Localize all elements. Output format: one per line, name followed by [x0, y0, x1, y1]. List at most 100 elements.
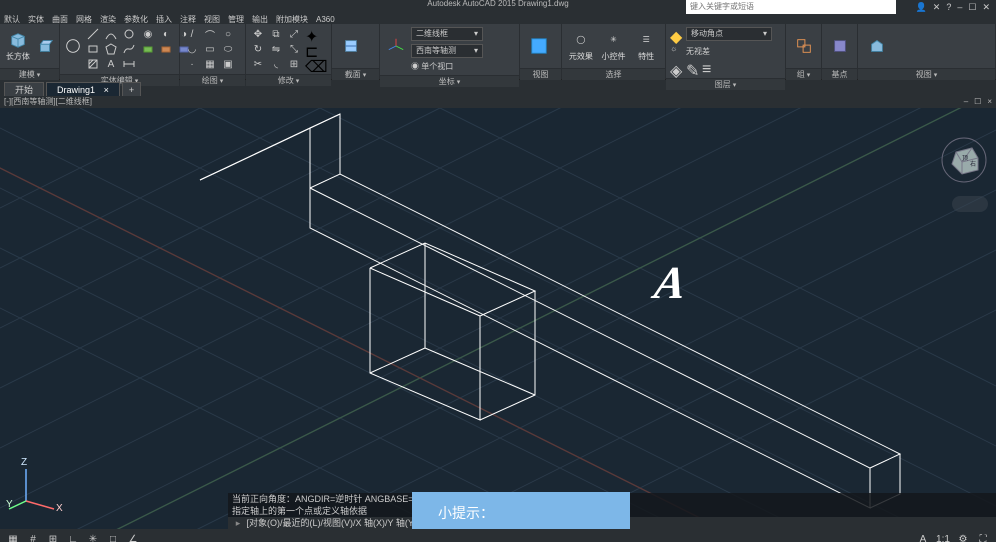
solid-edit-big[interactable]: [64, 27, 82, 65]
osnap-icon[interactable]: □: [106, 532, 120, 542]
icon-spline[interactable]: [121, 42, 137, 56]
move-icon[interactable]: ✥: [250, 27, 266, 41]
view-combo[interactable]: 西南等轴测▾: [411, 44, 483, 58]
section-button[interactable]: [336, 27, 366, 65]
draw-arc-icon[interactable]: ◡: [184, 42, 200, 56]
layer-i1[interactable]: ◈: [670, 61, 684, 75]
polar-icon[interactable]: ✳: [86, 532, 100, 542]
search-input[interactable]: 键入关键字或短语: [686, 0, 896, 14]
icon-line[interactable]: [85, 27, 101, 41]
exchange-icon[interactable]: ✕: [933, 2, 941, 13]
menu-mesh[interactable]: 网格: [76, 14, 92, 25]
fullscreen-icon[interactable]: ⛶: [976, 532, 990, 542]
help-icon[interactable]: ?: [946, 2, 951, 12]
menu-addon[interactable]: 附加模块: [276, 14, 308, 25]
array-icon[interactable]: ⊞: [286, 57, 302, 71]
layer-i3[interactable]: ≡: [702, 61, 716, 75]
draw-region-icon[interactable]: ▣: [220, 57, 236, 71]
tab-add[interactable]: +: [122, 82, 141, 96]
draw-hatch-icon[interactable]: ▦: [202, 57, 218, 71]
minimize-icon[interactable]: –: [957, 2, 962, 12]
icon-arc[interactable]: [103, 27, 119, 41]
copy-icon[interactable]: ⧉: [268, 27, 284, 41]
draw-pline-icon[interactable]: ⌒: [202, 27, 218, 41]
trim-icon[interactable]: ✂: [250, 57, 266, 71]
scale-icon[interactable]: 1:1: [936, 532, 950, 542]
nofx-button[interactable]: ◯元效果: [566, 27, 596, 65]
icon-subtract[interactable]: ◐: [158, 27, 174, 41]
icon-circle[interactable]: [121, 27, 137, 41]
icon-e2[interactable]: [158, 42, 174, 56]
menu-a360[interactable]: A360: [316, 15, 335, 24]
view-button[interactable]: [524, 27, 554, 65]
menu-default[interactable]: 默认: [4, 14, 20, 25]
tab-home[interactable]: 开始: [4, 82, 44, 96]
box-button[interactable]: 长方体: [4, 27, 32, 65]
props-button[interactable]: ☰特性: [631, 27, 661, 65]
menu-parametric[interactable]: 参数化: [124, 14, 148, 25]
panel-title-coords: 坐标▾: [380, 75, 519, 87]
tab-close-icon[interactable]: ×: [104, 85, 109, 95]
icon-rect[interactable]: [85, 42, 101, 56]
gizmo-button[interactable]: ✳小控件: [599, 27, 629, 65]
menu-surface[interactable]: 曲面: [52, 14, 68, 25]
rotate-icon[interactable]: ↻: [250, 42, 266, 56]
extrude-button[interactable]: [35, 27, 55, 65]
layer-combo[interactable]: 移动角点▾: [686, 27, 772, 41]
mirror-icon[interactable]: ⇋: [268, 42, 284, 56]
grid-icon[interactable]: #: [26, 532, 40, 542]
group-button[interactable]: [790, 27, 817, 65]
icon-e1[interactable]: [140, 42, 156, 56]
offset-icon[interactable]: ⊏: [305, 42, 321, 56]
fillet-icon[interactable]: ◟: [268, 57, 284, 71]
menu-annotate[interactable]: 注释: [180, 14, 196, 25]
vp-close-icon[interactable]: ×: [987, 96, 992, 108]
icon-hatch[interactable]: [85, 57, 101, 71]
snap-icon[interactable]: ⊞: [46, 532, 60, 542]
viewcube[interactable]: 顶 右: [940, 136, 988, 184]
explode-icon[interactable]: ✦: [305, 27, 321, 41]
draw-point-icon[interactable]: ·: [184, 57, 200, 71]
visual-style-combo[interactable]: 二维线框▾: [411, 27, 483, 41]
props-icon: ☰: [637, 31, 655, 49]
anno-icon[interactable]: A: [916, 532, 930, 542]
canvas[interactable]: [0, 108, 996, 529]
basepoint-button[interactable]: [826, 27, 853, 65]
tip-box: 小提示： 选中轴，输入旋转角度， 点击空格键确认: [412, 492, 630, 529]
vp-min-icon[interactable]: –: [964, 96, 968, 108]
layer-opt-icon[interactable]: ☼: [670, 44, 684, 58]
gear-icon[interactable]: ⚙: [956, 532, 970, 542]
ortho-icon[interactable]: ∟: [66, 532, 80, 542]
erase-icon[interactable]: ⌫: [305, 57, 321, 71]
icon-dim[interactable]: [121, 57, 137, 71]
menu-render[interactable]: 渲染: [100, 14, 116, 25]
navbar-lock[interactable]: [952, 196, 988, 212]
signin-icon[interactable]: 👤: [916, 2, 927, 13]
icon-union[interactable]: ◉: [140, 27, 156, 41]
icon-text[interactable]: A: [103, 57, 119, 71]
draw-rect-icon[interactable]: ▭: [202, 42, 218, 56]
track-icon[interactable]: ∠: [126, 532, 140, 542]
menu-insert[interactable]: 插入: [156, 14, 172, 25]
close-icon[interactable]: ✕: [982, 2, 990, 13]
menu-view[interactable]: 视图: [204, 14, 220, 25]
draw-circle-icon[interactable]: ○: [220, 27, 236, 41]
icon-poly[interactable]: [103, 42, 119, 56]
view2-button[interactable]: [862, 27, 892, 65]
drawing-area[interactable]: [-][西南等轴测][二维线框] – ☐ ×: [0, 96, 996, 529]
layer-icon[interactable]: ◆: [670, 27, 684, 41]
stretch-icon[interactable]: ⤢: [286, 27, 302, 41]
vp-max-icon[interactable]: ☐: [974, 96, 981, 108]
scale-icon[interactable]: ⤡: [286, 42, 302, 56]
maximize-icon[interactable]: ☐: [968, 2, 976, 13]
menu-solid[interactable]: 实体: [28, 14, 44, 25]
draw-ellipse-icon[interactable]: ⬭: [220, 42, 236, 56]
coords-big[interactable]: [384, 27, 408, 65]
menu-output[interactable]: 输出: [252, 14, 268, 25]
tab-drawing1[interactable]: Drawing1 ×: [46, 82, 120, 96]
draw-line-icon[interactable]: /: [184, 27, 200, 41]
viewport-label[interactable]: [-][西南等轴测][二维线框]: [4, 96, 92, 108]
menu-manage[interactable]: 管理: [228, 14, 244, 25]
layer-i2[interactable]: ✎: [686, 61, 700, 75]
model-space-icon[interactable]: ▦: [6, 532, 20, 542]
